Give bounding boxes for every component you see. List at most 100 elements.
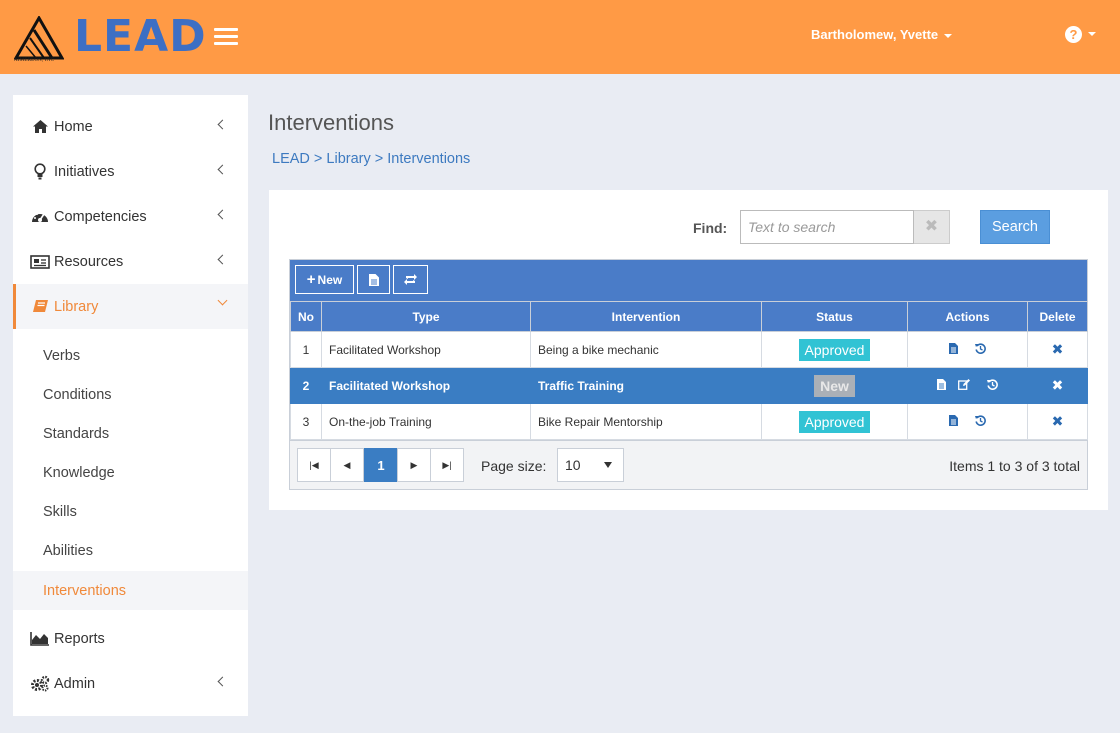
column-header-delete: Delete [1027, 301, 1088, 332]
grid-toolbar: + New [290, 260, 1087, 301]
clear-search-button[interactable]: ✖ [914, 210, 950, 244]
sidebar-item-resources[interactable]: Resources [13, 239, 248, 284]
cell-delete: ✖ [1027, 367, 1088, 404]
export-document-button[interactable] [357, 265, 390, 294]
cell-intervention: Traffic Training [530, 367, 762, 404]
delete-x-icon[interactable]: ✖ [1052, 377, 1064, 393]
sidebar-item-home[interactable]: Home [13, 104, 248, 149]
logo-company-name: AIMEREON, INC [14, 58, 55, 63]
cell-actions [907, 367, 1028, 404]
cell-no: 3 [290, 403, 322, 440]
status-badge: Approved [798, 410, 871, 433]
top-navbar: LEAD AIMEREON, INC Bartholomew, Yvette ? [0, 0, 1120, 74]
breadcrumb-interventions[interactable]: Interventions [387, 151, 470, 167]
cell-status: New [761, 367, 908, 404]
book-icon [30, 298, 50, 316]
table-row[interactable]: 1 Facilitated Workshop Being a bike mech… [290, 331, 1088, 368]
breadcrumb-lead[interactable]: LEAD [272, 151, 310, 167]
first-page-button[interactable]: |◀ [297, 448, 331, 482]
table-header-row: No Type Intervention Status Actions Dele… [290, 301, 1088, 332]
sidebar-item-label: Admin [54, 675, 96, 692]
search-button[interactable]: Search [980, 210, 1050, 244]
cell-delete: ✖ [1027, 331, 1088, 368]
column-header-actions: Actions [907, 301, 1028, 332]
interventions-panel: Find: ✖ Search + New No Type Interventio… [269, 190, 1108, 510]
table-row-selected[interactable]: 2 Facilitated Workshop Traffic Training … [290, 367, 1088, 404]
prev-page-button[interactable]: ◀ [330, 448, 364, 482]
pager-info: Items 1 to 3 of 3 total [949, 458, 1080, 474]
sidebar: Home Initiatives Competencies Resources … [13, 95, 248, 716]
help-menu[interactable]: ? [1065, 25, 1096, 43]
table-row[interactable]: 3 On-the-job Training Bike Repair Mentor… [290, 403, 1088, 440]
sidebar-subitem-conditions[interactable]: Conditions [13, 375, 248, 414]
logo-wordmark: LEAD [74, 11, 207, 62]
view-document-icon[interactable] [948, 414, 958, 429]
chevron-left-icon [217, 119, 228, 130]
sidebar-item-label: Resources [54, 253, 124, 270]
sidebar-subitem-interventions[interactable]: Interventions [13, 571, 248, 610]
newspaper-icon [30, 253, 50, 271]
breadcrumb-library[interactable]: Library [326, 151, 370, 167]
cogs-icon [30, 675, 50, 693]
last-page-button[interactable]: ▶| [430, 448, 464, 482]
menu-toggle-icon[interactable] [214, 28, 238, 46]
sidebar-item-label: Reports [54, 630, 105, 647]
sidebar-item-library[interactable]: Library [13, 284, 248, 329]
page-size-select[interactable]: 10 [557, 448, 624, 482]
edit-icon[interactable] [957, 378, 970, 393]
column-header-no[interactable]: No [290, 301, 322, 332]
sidebar-item-reports[interactable]: Reports [13, 616, 248, 661]
interventions-grid: + New No Type Intervention Status Action… [289, 259, 1088, 490]
sidebar-subitem-knowledge[interactable]: Knowledge [13, 453, 248, 492]
sidebar-subitem-skills[interactable]: Skills [13, 492, 248, 531]
file-text-icon [368, 273, 379, 286]
view-document-icon[interactable] [948, 342, 958, 357]
current-page-button[interactable]: 1 [364, 448, 398, 482]
cell-no: 2 [290, 367, 322, 404]
next-page-button[interactable]: ▶ [397, 448, 431, 482]
first-page-icon: |◀ [309, 459, 319, 470]
delete-x-icon[interactable]: ✖ [1052, 413, 1064, 429]
cell-intervention: Bike Repair Mentorship [530, 403, 762, 440]
area-chart-icon [30, 630, 50, 648]
find-label: Find: [693, 220, 728, 236]
cell-type: On-the-job Training [321, 403, 531, 440]
sidebar-subitem-abilities[interactable]: Abilities [13, 531, 248, 570]
refresh-button[interactable] [393, 265, 428, 294]
dashboard-icon [30, 208, 50, 226]
sidebar-item-initiatives[interactable]: Initiatives [13, 149, 248, 194]
next-page-icon: ▶ [410, 459, 418, 470]
column-header-status[interactable]: Status [761, 301, 908, 332]
history-icon[interactable] [986, 379, 998, 393]
column-header-intervention[interactable]: Intervention [530, 301, 762, 332]
new-button[interactable]: + New [295, 265, 354, 294]
status-badge: New [814, 374, 855, 397]
breadcrumb-separator: > [313, 151, 323, 167]
page-size-value: 10 [565, 457, 581, 473]
history-icon[interactable] [975, 415, 987, 429]
sidebar-subitem-verbs[interactable]: Verbs [13, 336, 248, 375]
history-icon[interactable] [975, 343, 987, 357]
plus-icon: + [306, 270, 316, 288]
column-header-type[interactable]: Type [321, 301, 531, 332]
lead-logo[interactable]: LEAD AIMEREON, INC [12, 11, 206, 68]
sidebar-item-label: Competencies [54, 208, 147, 225]
sidebar-item-label: Library [54, 298, 99, 315]
sidebar-item-label: Home [54, 118, 93, 135]
cell-status: Approved [761, 331, 908, 368]
sidebar-item-competencies[interactable]: Competencies [13, 194, 248, 239]
search-input[interactable] [740, 210, 914, 244]
page-title: Interventions [268, 110, 394, 135]
cell-actions [907, 403, 1028, 440]
caret-down-icon [1088, 32, 1096, 37]
delete-x-icon[interactable]: ✖ [1052, 341, 1064, 357]
user-menu[interactable]: Bartholomew, Yvette [811, 27, 953, 42]
breadcrumb-separator: > [374, 151, 384, 167]
sidebar-subitem-standards[interactable]: Standards [13, 414, 248, 453]
user-name: Bartholomew, Yvette [811, 27, 939, 42]
sidebar-item-admin[interactable]: Admin [13, 661, 248, 706]
lightbulb-icon [30, 163, 50, 181]
view-document-icon[interactable] [937, 378, 947, 393]
cell-type: Facilitated Workshop [321, 331, 531, 368]
breadcrumb: LEAD > Library > Interventions [272, 151, 470, 167]
